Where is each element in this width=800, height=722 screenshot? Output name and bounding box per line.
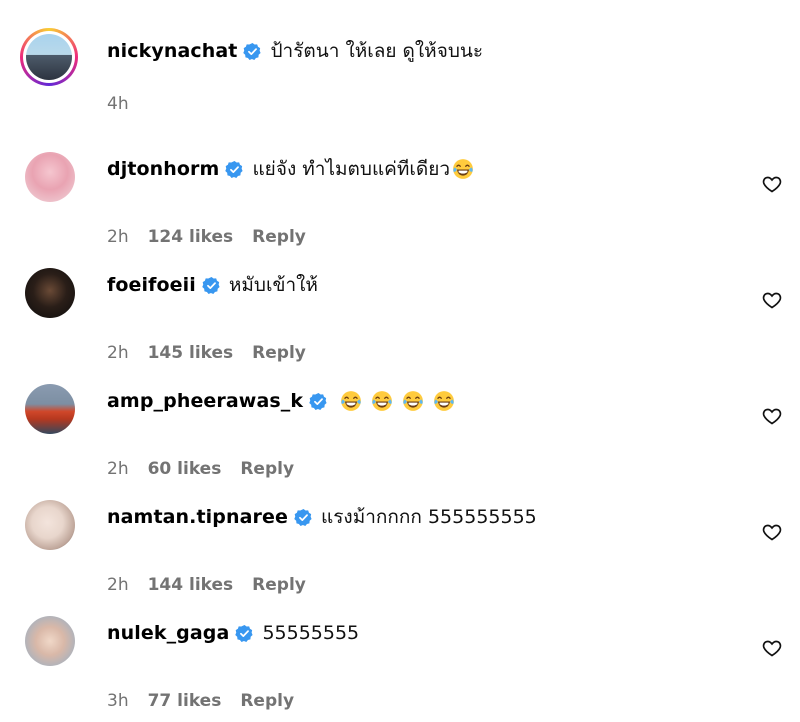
- comment-item: namtan.tipnaree แรงม้ากกกก 555555555 2h …: [0, 496, 800, 606]
- comment-text: ป้ารัตนา ให้เลย ดูให้จบนะ: [270, 40, 484, 62]
- laughing-tears-emoji-icon: [340, 390, 362, 412]
- laughing-tears-emoji-icon: [452, 158, 474, 180]
- comment-time: 4h: [107, 94, 129, 114]
- comment-item: djtonhorm แย่จัง ทำไมตบแค่ทีเดียว 2h 124…: [0, 148, 800, 258]
- avatar: [26, 34, 72, 80]
- verified-badge-icon: [225, 160, 244, 179]
- like-count[interactable]: 145 likes: [148, 343, 234, 363]
- avatar[interactable]: [25, 384, 75, 434]
- comment-time: 3h: [107, 691, 129, 711]
- heart-icon[interactable]: [762, 522, 782, 542]
- avatar[interactable]: [25, 268, 75, 318]
- username[interactable]: amp_pheerawas_k: [107, 390, 303, 412]
- comment-item: foeifoeii หมับเข้าให้ 2h 145 likes Reply: [0, 264, 800, 374]
- comment-item: nulek_gaga 55555555 3h 77 likes Reply: [0, 612, 800, 722]
- avatar[interactable]: [25, 152, 75, 202]
- reply-button[interactable]: Reply: [252, 575, 306, 595]
- verified-badge-icon: [243, 42, 262, 61]
- username[interactable]: namtan.tipnaree: [107, 506, 288, 528]
- comment-text: แรงม้ากกกก 555555555: [320, 506, 537, 528]
- like-count[interactable]: 124 likes: [148, 227, 234, 247]
- username[interactable]: nickynachat: [107, 40, 237, 62]
- emoji-group: [340, 390, 455, 412]
- like-count[interactable]: 77 likes: [148, 691, 222, 711]
- comment-text: หมับเข้าให้: [228, 274, 318, 296]
- verified-badge-icon: [309, 392, 328, 411]
- heart-icon[interactable]: [762, 638, 782, 658]
- username[interactable]: foeifoeii: [107, 274, 196, 296]
- like-count[interactable]: 60 likes: [148, 459, 222, 479]
- avatar[interactable]: [25, 616, 75, 666]
- username[interactable]: djtonhorm: [107, 158, 219, 180]
- reply-button[interactable]: Reply: [252, 227, 306, 247]
- comment-time: 2h: [107, 459, 129, 479]
- comment-text: แย่จัง ทำไมตบแค่ทีเดียว: [252, 158, 451, 180]
- heart-icon[interactable]: [762, 290, 782, 310]
- comment-text: 55555555: [262, 622, 360, 644]
- reply-button[interactable]: Reply: [252, 343, 306, 363]
- verified-badge-icon: [294, 508, 313, 527]
- avatar[interactable]: [25, 500, 75, 550]
- comment-item: nickynachat ป้ารัตนา ให้เลย ดูให้จบนะ 4h: [0, 28, 800, 140]
- reply-button[interactable]: Reply: [240, 459, 294, 479]
- verified-badge-icon: [235, 624, 254, 643]
- like-count[interactable]: 144 likes: [148, 575, 234, 595]
- heart-icon[interactable]: [762, 174, 782, 194]
- comment-time: 2h: [107, 227, 129, 247]
- username[interactable]: nulek_gaga: [107, 622, 229, 644]
- laughing-tears-emoji-icon: [371, 390, 393, 412]
- comment-time: 2h: [107, 343, 129, 363]
- comments-list: nickynachat ป้ารัตนา ให้เลย ดูให้จบนะ 4h…: [0, 0, 800, 711]
- heart-icon[interactable]: [762, 406, 782, 426]
- comment-item: amp_pheerawas_k 2h 60 likes Reply: [0, 380, 800, 490]
- verified-badge-icon: [202, 276, 221, 295]
- avatar-story-ring[interactable]: [20, 28, 78, 86]
- reply-button[interactable]: Reply: [240, 691, 294, 711]
- laughing-tears-emoji-icon: [433, 390, 455, 412]
- laughing-tears-emoji-icon: [402, 390, 424, 412]
- comment-time: 2h: [107, 575, 129, 595]
